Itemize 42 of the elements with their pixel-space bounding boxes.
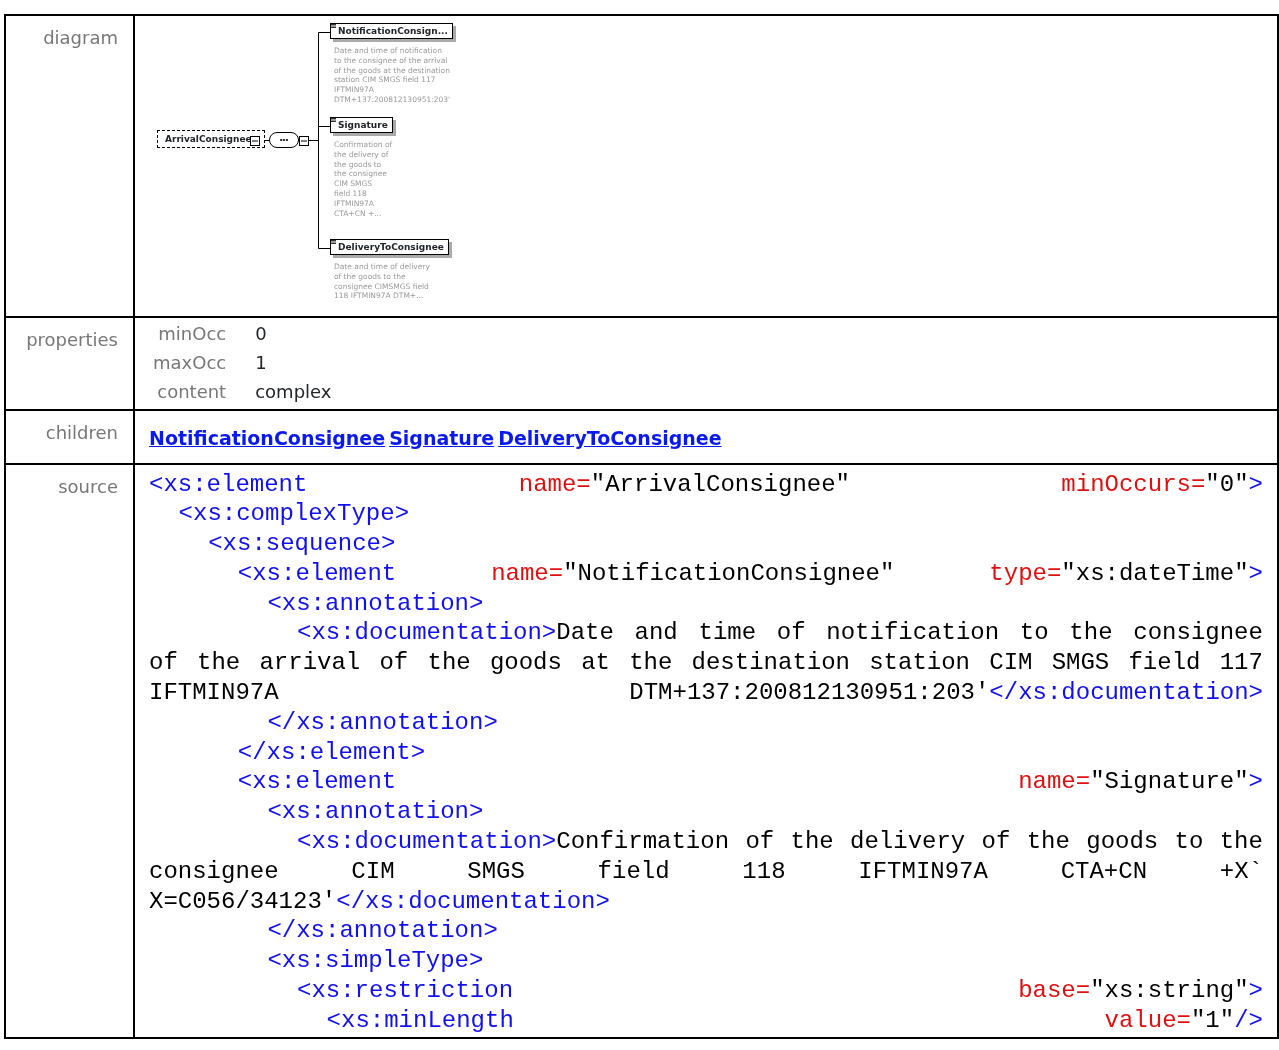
code-line: <xs:minLength value="1"/> [325, 1005, 1263, 1036]
property-name: minOcc [158, 323, 227, 344]
lines-icon [331, 240, 336, 244]
code-line: <xs:simpleType> [266, 946, 485, 977]
lines-icon [331, 118, 336, 122]
property-name: content [157, 381, 227, 402]
code-line: <xs:sequence> [207, 529, 397, 559]
sequence-node: ••• [269, 132, 299, 148]
code-line: <xs:documentation>Date and time of notification to the consignee [296, 618, 1263, 649]
code-line: </xs:element> [236, 737, 427, 768]
row-label: children [45, 422, 118, 443]
element-node: DeliveryToConsignee [330, 239, 449, 255]
code-line: consignee CIM SMGS field 118 IFTMIN97A CTA+CN +X` [149, 856, 1263, 887]
element-node: NotificationConsign... [330, 23, 453, 39]
child-link[interactable]: Signature [389, 424, 495, 453]
property-value: complex [255, 381, 332, 402]
element-node: ArrivalConsignee [157, 130, 265, 148]
code-line: <xs:restriction base="xs:string"> [296, 976, 1263, 1006]
code-line: </xs:annotation> [266, 707, 499, 738]
code-line: <xs:annotation> [266, 797, 485, 828]
property-name: maxOcc [153, 352, 227, 373]
code-line: <xs:element name="Signature"> [236, 767, 1263, 798]
code-line: <xs:documentation>Confirmation of the delivery of the goods to the [296, 827, 1263, 857]
code-line: IFTMIN97A DTM+137:200812130951:203'</xs:documentation> [149, 678, 1263, 708]
property-value: 1 [255, 352, 267, 373]
collapse-icon[interactable] [299, 136, 309, 146]
lines-icon [331, 24, 336, 28]
code-line: <xs:annotation> [266, 588, 485, 619]
code-line: <xs:element name="ArrivalConsignee" minOccurs="0"> [149, 469, 1263, 500]
code-line: of the arrival of the goods at the destination station CIM SMGS field 117 [149, 648, 1263, 679]
child-link[interactable]: NotificationConsignee [149, 424, 386, 453]
row-label: diagram [43, 27, 118, 48]
child-link[interactable]: DeliveryToConsignee [498, 424, 722, 453]
code-line: X=C056/34123'</xs:documentation> [149, 886, 611, 917]
row-label: source [58, 475, 118, 497]
property-value: 0 [255, 323, 267, 344]
code-line: <xs:complexType> [177, 499, 411, 530]
row-label: properties [26, 329, 118, 350]
code-line: </xs:annotation> [266, 916, 499, 947]
collapse-icon[interactable] [250, 136, 260, 146]
code-line: <xs:element name="NotificationConsignee" type="xs:dateTime"> [236, 558, 1263, 589]
element-node: Signature [330, 117, 393, 133]
